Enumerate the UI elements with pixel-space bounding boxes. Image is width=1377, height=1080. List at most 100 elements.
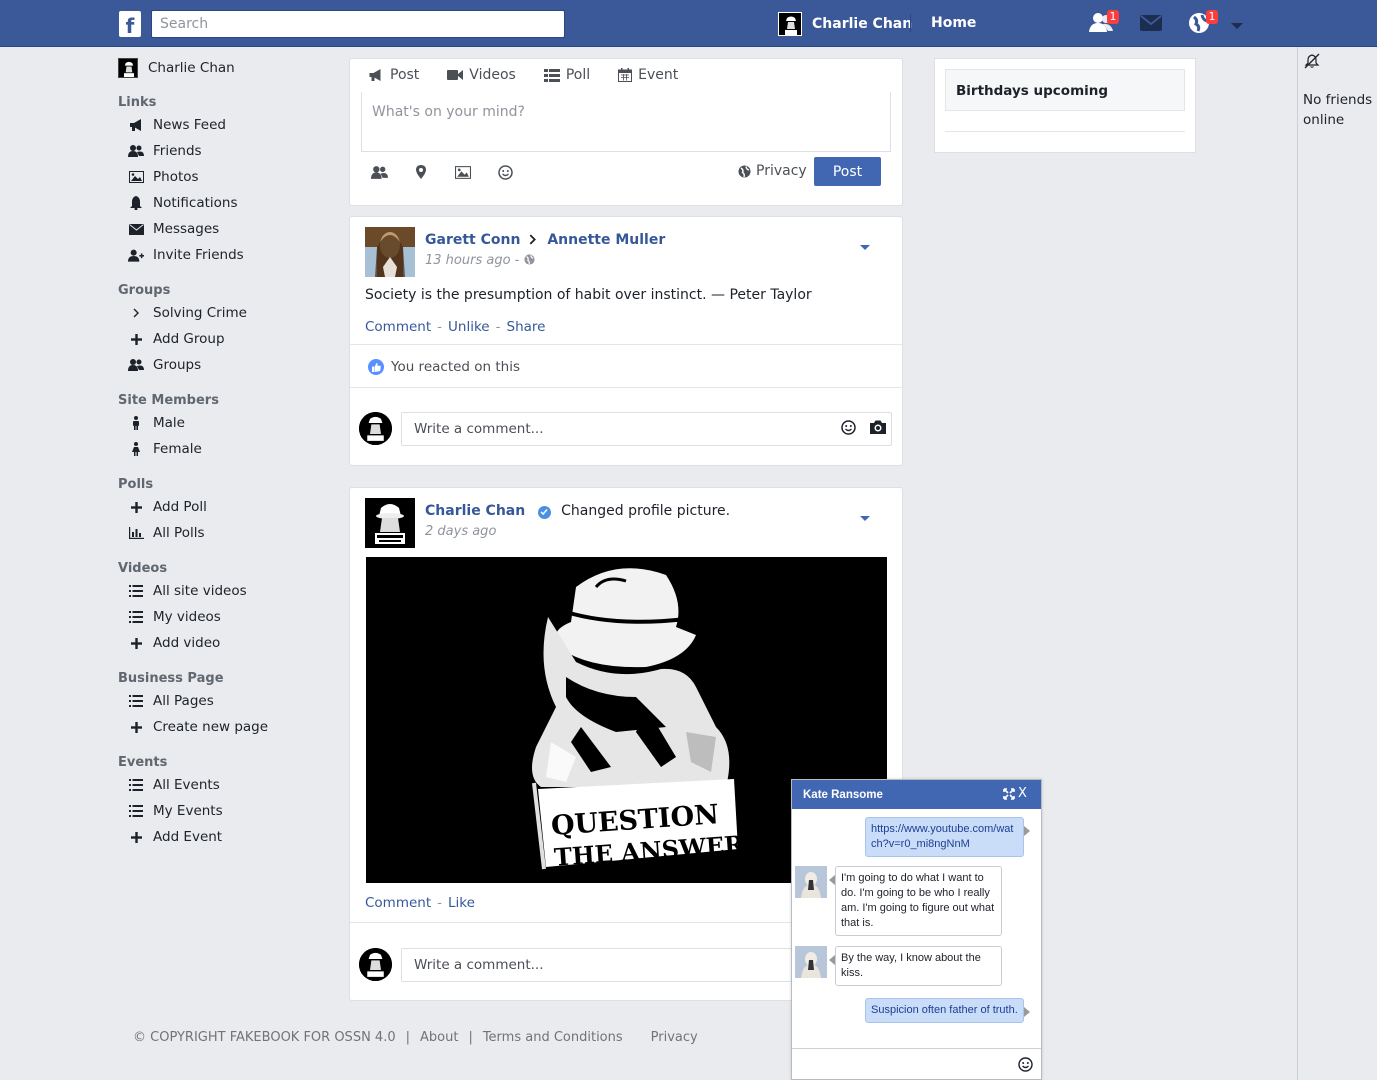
- list-icon: [128, 583, 144, 599]
- megaphone-icon: [128, 117, 144, 133]
- emoji-icon[interactable]: [496, 163, 514, 181]
- privacy-selector[interactable]: Privacy: [738, 163, 807, 179]
- sidebar-item-messages[interactable]: Messages: [118, 216, 338, 242]
- sidebar-user-link[interactable]: Charlie Chan: [118, 56, 338, 80]
- unlike-link[interactable]: Unlike: [448, 319, 490, 335]
- home-link[interactable]: Home: [931, 15, 976, 31]
- comment-link[interactable]: Comment: [365, 895, 431, 911]
- sidebar-item-female[interactable]: Female: [118, 436, 338, 462]
- site-logo[interactable]: f: [119, 11, 141, 38]
- avatar: [795, 946, 827, 978]
- status-textarea[interactable]: [361, 92, 891, 152]
- comment-link[interactable]: Comment: [365, 319, 431, 335]
- sidebar-item-photos[interactable]: Photos: [118, 164, 338, 190]
- bell-slash-icon[interactable]: [1304, 53, 1320, 74]
- search-input[interactable]: [151, 10, 565, 38]
- footer-privacy-link[interactable]: Privacy: [651, 1030, 698, 1045]
- sidebar-item-friends[interactable]: Friends: [118, 138, 338, 164]
- expand-icon[interactable]: [1003, 787, 1015, 800]
- post-menu-caret-icon[interactable]: [860, 245, 870, 250]
- chat-input[interactable]: [792, 1048, 1041, 1080]
- location-pin-icon[interactable]: [412, 163, 430, 181]
- sidebar-item-add-video[interactable]: Add video: [118, 630, 338, 656]
- sidebar-item-all-polls[interactable]: All Polls: [118, 520, 338, 546]
- chat-window: Kate Ransome X https://www.youtube.com/w…: [791, 779, 1042, 1080]
- camera-icon[interactable]: [870, 420, 886, 434]
- sidebar-section-videos: Videos All site videos My videos Add vid…: [118, 560, 338, 656]
- chat-close-button[interactable]: X: [1018, 786, 1027, 801]
- avatar[interactable]: [365, 498, 415, 548]
- like-link[interactable]: Like: [448, 895, 475, 911]
- footer-terms-link[interactable]: Terms and Conditions: [483, 1030, 623, 1045]
- post-menu-caret-icon[interactable]: [860, 516, 870, 521]
- footer-about-link[interactable]: About: [420, 1030, 458, 1045]
- notifications-button[interactable]: 1: [1188, 10, 1218, 36]
- post-target-link[interactable]: Annette Muller: [547, 232, 665, 248]
- sidebar-section-groups: Groups Solving Crime Add Group Groups: [118, 282, 338, 378]
- sidebar-item-label: All site videos: [153, 583, 247, 599]
- sidebar-item-label: Add Group: [153, 331, 225, 347]
- photo-icon[interactable]: [454, 163, 472, 181]
- emoji-icon[interactable]: [1018, 1057, 1033, 1077]
- post-author-link[interactable]: Charlie Chan: [425, 503, 525, 519]
- sidebar-item-label: Friends: [153, 143, 202, 159]
- sidebar-item-label: Add video: [153, 635, 221, 651]
- comment-input[interactable]: [401, 412, 892, 446]
- section-heading: Polls: [118, 477, 154, 492]
- sidebar-item-invite-friends[interactable]: Invite Friends: [118, 242, 338, 268]
- sidebar-item-label: All Polls: [153, 525, 205, 541]
- share-link[interactable]: Share: [507, 319, 546, 335]
- section-heading: Links: [118, 95, 157, 110]
- reaction-text: You reacted on this: [391, 359, 521, 375]
- composer-tools: [370, 163, 514, 181]
- sidebar-item-label: My Events: [153, 803, 223, 819]
- sidebar-item-all-events[interactable]: All Events: [118, 772, 338, 798]
- sidebar-item-solving-crime[interactable]: Solving Crime: [118, 300, 338, 326]
- tab-poll[interactable]: Poll: [543, 67, 590, 83]
- sidebar-item-label: Add Event: [153, 829, 223, 845]
- sidebar-item-all-pages[interactable]: All Pages: [118, 688, 338, 714]
- friend-requests-badge: 1: [1107, 10, 1119, 24]
- plus-icon: [128, 499, 144, 515]
- table-list-icon: [543, 68, 560, 82]
- friend-requests-button[interactable]: 1: [1089, 10, 1119, 36]
- sidebar-item-add-poll[interactable]: Add Poll: [118, 494, 338, 520]
- topbar-user-link[interactable]: Charlie Chan: [778, 11, 912, 37]
- thumbs-up-icon: [368, 359, 384, 375]
- sidebar-item-news-feed[interactable]: News Feed: [118, 112, 338, 138]
- list-icon: [128, 609, 144, 625]
- globe-icon: [738, 165, 751, 177]
- male-icon: [128, 415, 144, 431]
- messages-button[interactable]: [1140, 15, 1166, 39]
- tab-videos[interactable]: Videos: [447, 67, 516, 83]
- sidebar-item-my-videos[interactable]: My videos: [118, 604, 338, 630]
- sidebar-item-add-group[interactable]: Add Group: [118, 326, 338, 352]
- sidebar-item-notifications[interactable]: Notifications: [118, 190, 338, 216]
- post-button[interactable]: Post: [814, 157, 881, 186]
- emoji-icon[interactable]: [841, 420, 856, 435]
- divider: [945, 131, 1185, 132]
- sidebar-item-add-event[interactable]: Add Event: [118, 824, 338, 850]
- message-text: By the way, I know about the kiss.: [841, 952, 981, 979]
- post-author-link[interactable]: Garett Conn: [425, 232, 520, 248]
- users-icon: [128, 143, 144, 159]
- sidebar-section-business-page: Business Page All Pages Create new page: [118, 670, 338, 740]
- sidebar-item-male[interactable]: Male: [118, 410, 338, 436]
- sidebar-section-site-members: Site Members Male Female: [118, 392, 338, 462]
- sidebar-item-my-events[interactable]: My Events: [118, 798, 338, 824]
- female-icon: [128, 441, 144, 457]
- sidebar-item-groups[interactable]: Groups: [118, 352, 338, 378]
- sidebar-item-label: Notifications: [153, 195, 238, 211]
- tab-post[interactable]: Post: [368, 67, 419, 83]
- account-menu-caret-icon[interactable]: [1231, 23, 1243, 29]
- sidebar-item-all-site-videos[interactable]: All site videos: [118, 578, 338, 604]
- avatar[interactable]: [365, 227, 415, 277]
- tab-event[interactable]: Event: [618, 67, 678, 83]
- sidebar-item-create-new-page[interactable]: Create new page: [118, 714, 338, 740]
- sidebar-item-label: Male: [153, 415, 185, 431]
- footer-separator: |: [468, 1030, 473, 1045]
- sidebar-item-label: All Events: [153, 777, 220, 793]
- tag-friends-icon[interactable]: [370, 163, 388, 181]
- action-separator: -: [437, 895, 443, 911]
- notifications-badge: 1: [1206, 10, 1218, 24]
